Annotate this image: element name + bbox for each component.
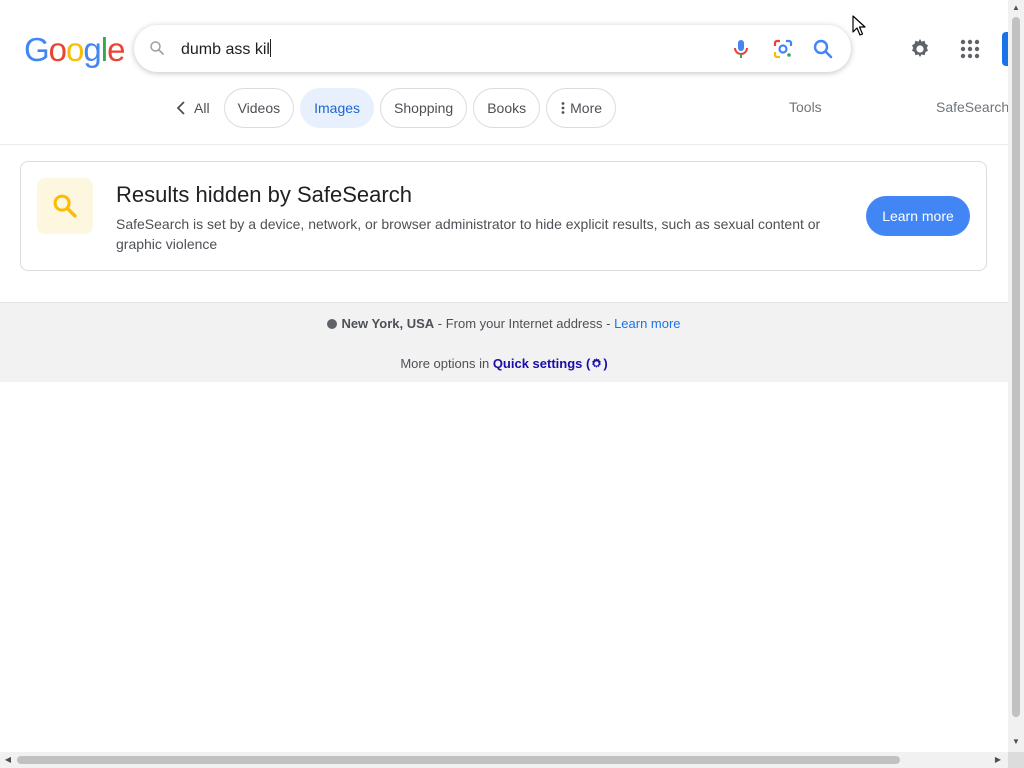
quick-settings-suffix: ) (603, 356, 608, 371)
logo-letter: o (48, 31, 67, 68)
tab-label: Shopping (394, 99, 454, 116)
quick-settings-prefix: More options in (400, 356, 493, 371)
tab-shopping[interactable]: Shopping (380, 87, 468, 128)
vertical-scrollbar[interactable]: ▲ ▼ (1008, 0, 1024, 752)
scroll-up-arrow-icon[interactable]: ▲ (1012, 4, 1020, 12)
logo-letter: G (24, 31, 50, 68)
tab-label: Books (487, 99, 527, 116)
quick-settings-line: More options in Quick settings () (0, 356, 1008, 371)
quick-settings-label: Quick settings ( (492, 356, 591, 371)
safesearch-button[interactable]: SafeSearch (936, 99, 1009, 115)
logo-letter: g (83, 31, 101, 68)
settings-gear-icon[interactable] (908, 37, 932, 61)
tab-books[interactable]: Books (473, 87, 541, 128)
location-dot-icon (327, 319, 338, 329)
magnifier-icon (53, 194, 77, 218)
quick-settings-link[interactable]: Quick settings () (493, 356, 608, 371)
tab-label: Videos (237, 99, 281, 116)
tab-images[interactable]: Images (300, 87, 375, 128)
more-vertical-icon (561, 101, 565, 114)
search-icon (150, 41, 164, 55)
tab-label: More (570, 99, 603, 116)
search-box[interactable]: dumb ass kil (134, 25, 851, 72)
scroll-down-arrow-icon[interactable]: ▼ (1012, 738, 1020, 746)
location-name: New York, USA (341, 316, 435, 331)
page-footer: New York, USA - From your Internet addre… (0, 302, 1008, 382)
chevron-left-icon (176, 100, 185, 115)
header-divider (0, 144, 1008, 145)
scroll-left-arrow-icon[interactable]: ◀ (4, 756, 12, 764)
location-source: - From your Internet address - (434, 316, 615, 331)
logo-letter: e (107, 31, 125, 68)
safesearch-icon-tile (37, 178, 93, 234)
tab-more[interactable]: More (546, 87, 617, 128)
apps-grid-icon[interactable] (958, 37, 982, 61)
google-logo[interactable]: Google (24, 31, 125, 68)
scroll-right-arrow-icon[interactable]: ▶ (994, 756, 1002, 764)
location-line: New York, USA - From your Internet addre… (0, 316, 1008, 331)
microphone-icon[interactable] (729, 37, 753, 61)
text-caret (269, 39, 271, 57)
tab-label: Images (314, 99, 361, 116)
vertical-scroll-thumb[interactable] (1012, 17, 1020, 717)
google-lens-icon[interactable] (771, 37, 795, 61)
location-learn-more-link[interactable]: Learn more (614, 316, 680, 331)
tab-videos[interactable]: Videos (223, 87, 295, 128)
notice-description: SafeSearch is set by a device, network, … (116, 216, 821, 252)
learn-more-button[interactable]: Learn more (866, 196, 970, 236)
horizontal-scrollbar[interactable]: ◀ ▶ (0, 752, 1008, 768)
gear-icon (592, 358, 602, 368)
horizontal-scroll-thumb[interactable] (17, 756, 900, 764)
search-submit-icon[interactable] (811, 37, 835, 61)
search-query-text: dumb ass kil (181, 41, 270, 58)
scrollbar-corner (1008, 752, 1024, 768)
tools-button[interactable]: Tools (789, 99, 822, 115)
search-tabs: All Videos Images Shopping Books More (172, 87, 617, 128)
tab-all-label: All (194, 99, 210, 116)
search-input[interactable]: dumb ass kil (181, 39, 271, 59)
safesearch-notice-card: Results hidden by SafeSearch SafeSearch … (20, 161, 987, 271)
notice-title: Results hidden by SafeSearch (116, 182, 412, 207)
mouse-cursor-icon (852, 15, 866, 36)
logo-letter: o (66, 31, 84, 68)
tab-all[interactable]: All (172, 88, 218, 128)
